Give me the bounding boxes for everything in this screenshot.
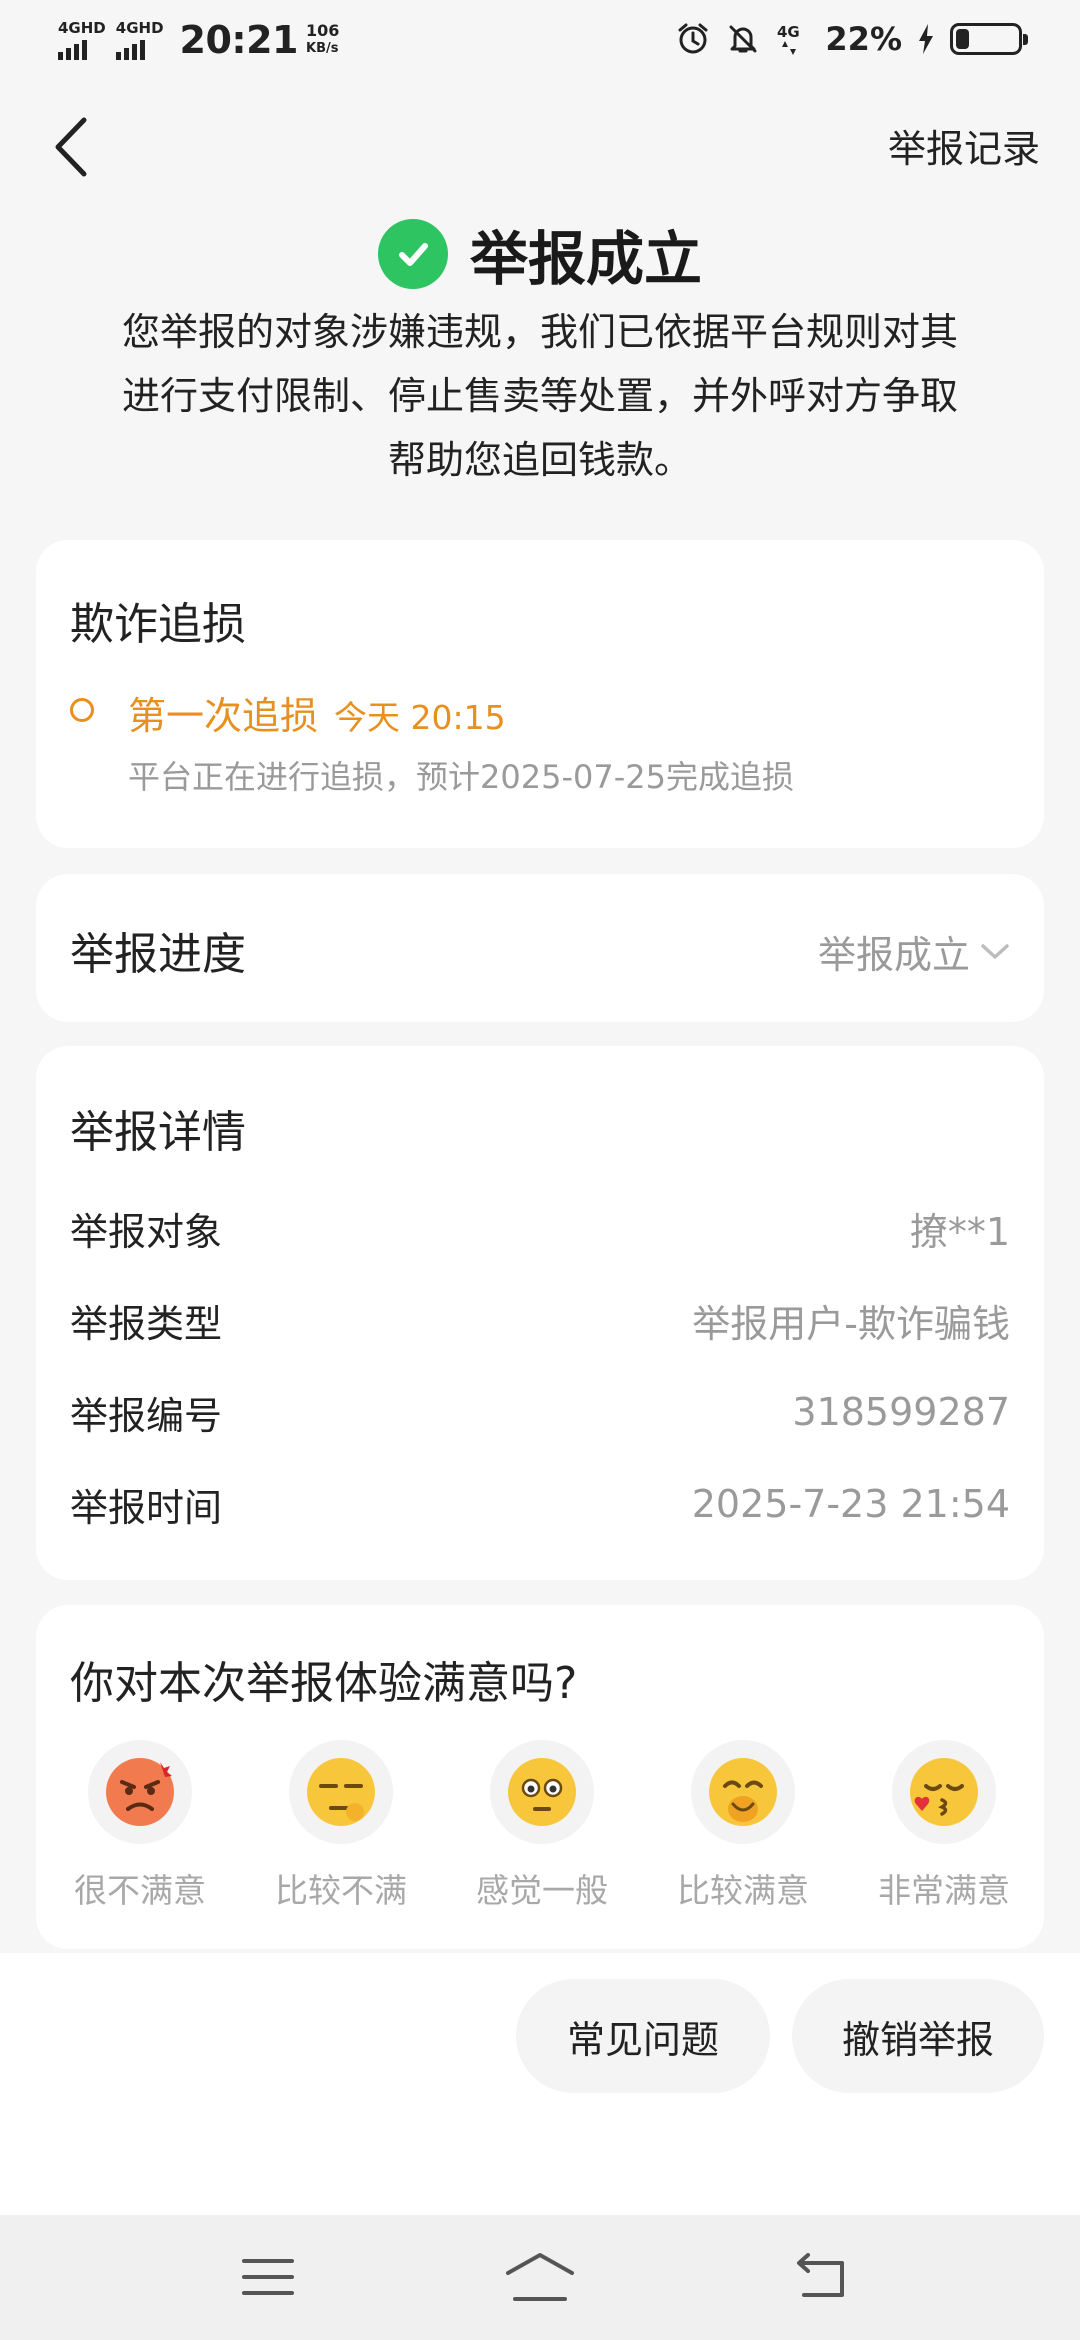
rating-label: 比较满意 [677,1871,809,1910]
menu-icon[interactable] [238,2251,298,2303]
timeline-step-label: 第一次追损 [128,694,319,738]
detail-value: 318599287 [792,1390,1010,1434]
detail-value: 撩**1 [909,1209,1010,1254]
detail-value: 2025-7-23 21:54 [691,1482,1010,1526]
kissing-face-icon [892,1740,996,1844]
rating-label: 感觉一般 [476,1871,608,1910]
network-speed-unit: KB/s [306,41,339,56]
neutral-face-icon [490,1740,594,1844]
bottom-action-bar: 常见问题 撤销举报 [0,1953,1080,2215]
detail-key: 举报类型 [70,1301,223,1346]
result-description: 您举报的对象涉嫌违规，我们已依据平台规则对其进行支付限制、停止售卖等处置，并外呼… [121,310,958,482]
detail-value: 举报用户-欺诈骗钱 [692,1301,1010,1346]
system-navigation-bar [0,2215,1080,2340]
back-button[interactable] [50,112,100,182]
displeased-face-icon [289,1740,393,1844]
report-detail-title: 举报详情 [70,1107,246,1158]
timeline-step: 第一次追损 今天 20:15 [128,685,506,740]
signal-bars-icon [58,38,87,60]
fraud-recovery-card: 欺诈追损 第一次追损 今天 20:15 平台正在进行追损，预计2025-07-2… [36,540,1044,848]
home-icon[interactable] [505,2251,575,2303]
signal-1-label: 4GHD [58,19,106,37]
status-bar-right: 4G 22% [675,20,1028,58]
battery-icon [950,23,1028,55]
rating-option-very-unsatisfied[interactable]: 很不满意 [50,1740,230,1912]
rating-option-neutral[interactable]: 感觉一般 [452,1740,632,1912]
detail-row: 举报对象 撩**1 [70,1198,1010,1258]
charging-icon [916,21,936,57]
status-bar: 4GHD 4GHD 20:21 106 KB/s 4G 22% [0,0,1080,80]
report-progress-title: 举报进度 [70,929,246,980]
rating-option-very-satisfied[interactable]: 非常满意 [854,1740,1034,1912]
svg-text:4G: 4G [777,23,800,41]
detail-key: 举报编号 [70,1393,223,1438]
status-time: 20:21 [179,18,299,62]
rating-options: 很不满意 比较不满 感觉一般 比较满意 非常满意 [36,1740,1044,1920]
success-check-icon [377,219,448,289]
report-history-link[interactable]: 举报记录 [888,118,1040,173]
report-progress-value: 举报成立 [817,933,970,977]
back-icon[interactable] [792,2251,852,2303]
battery-fill [956,29,969,49]
cancel-report-button[interactable]: 撤销举报 [792,1979,1044,2093]
chevron-down-icon [981,943,1009,959]
detail-row: 举报时间 2025-7-23 21:54 [70,1474,1010,1534]
alarm-icon [675,21,711,57]
network-speed: 106 KB/s [306,22,339,58]
survey-question: 你对本次举报体验满意吗? [70,1658,578,1709]
angry-face-icon [88,1740,192,1844]
result-header: 举报成立 [0,212,1080,296]
report-progress-card[interactable]: 举报进度 举报成立 [36,874,1044,1022]
detail-row: 举报编号 318599287 [70,1382,1010,1442]
report-detail-card: 举报详情 举报对象 撩**1 举报类型 举报用户-欺诈骗钱 举报编号 31859… [36,1046,1044,1580]
result-title: 举报成立 [469,225,702,293]
signal-1: 4GHD [58,20,106,60]
network-4g-icon: 4G [775,21,811,57]
rating-label: 很不满意 [74,1871,206,1910]
status-bar-left: 4GHD 4GHD 20:21 106 KB/s [58,18,339,62]
timeline-step-description: 平台正在进行追损，预计2025-07-25完成追损 [128,758,794,796]
bell-off-icon [725,21,761,57]
rating-option-satisfied[interactable]: 比较满意 [653,1740,833,1912]
battery-percent: 22% [825,20,902,58]
satisfaction-survey-card: 你对本次举报体验满意吗? 很不满意 比较不满 感觉一般 比较满意 非常满意 [36,1605,1044,1949]
detail-key: 举报对象 [70,1209,223,1254]
detail-key: 举报时间 [70,1485,223,1530]
timeline-step-time: 今天 20:15 [334,698,506,737]
signal-2: 4GHD [115,19,164,60]
detail-row: 举报类型 举报用户-欺诈骗钱 [70,1290,1010,1350]
rating-option-unsatisfied[interactable]: 比较不满 [251,1740,431,1912]
signal-bars-icon [115,38,145,60]
faq-button[interactable]: 常见问题 [516,1979,770,2093]
rating-label: 非常满意 [878,1871,1010,1910]
report-progress-status[interactable]: 举报成立 [818,924,1010,979]
happy-face-icon [691,1740,795,1844]
chevron-left-icon [55,117,87,177]
timeline-dot-icon [70,698,94,722]
signal-2-label: 4GHD [115,19,164,37]
rating-label: 比较不满 [275,1871,407,1910]
fraud-recovery-title: 欺诈追损 [70,599,246,650]
network-speed-value: 106 [306,21,340,40]
